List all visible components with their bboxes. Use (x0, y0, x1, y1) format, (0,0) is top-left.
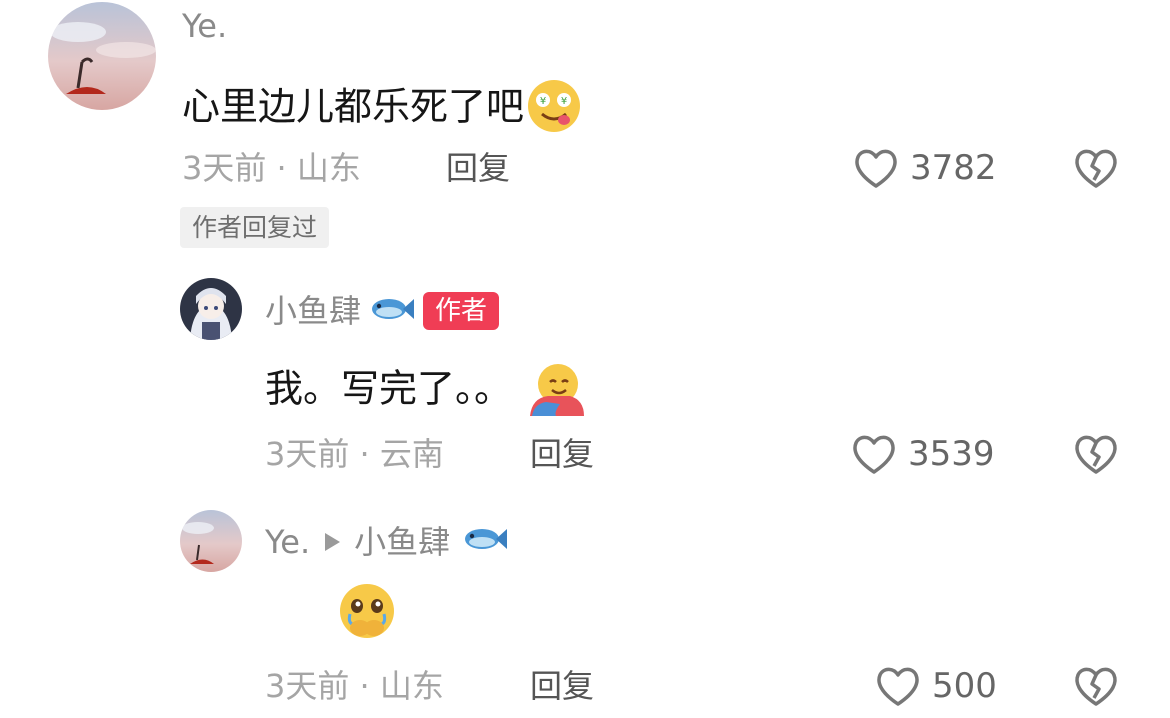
reply-button[interactable]: 回复 (530, 438, 594, 470)
fish-emoji-icon (462, 524, 508, 559)
like-count: 3782 (910, 148, 997, 188)
play-triangle-icon (322, 526, 342, 558)
broken-heart-icon (1075, 667, 1117, 706)
reply-button[interactable]: 回复 (446, 152, 510, 184)
comment-username[interactable]: Ye. (182, 10, 227, 42)
like-button[interactable]: 3539 (850, 432, 995, 476)
broken-heart-icon (1075, 435, 1117, 474)
holding-back-tears-emoji-icon (336, 582, 398, 646)
svg-text:¥: ¥ (561, 96, 567, 107)
fish-emoji-icon (369, 294, 415, 329)
reply-username-row: Ye. 小鱼肆 (265, 524, 508, 559)
comment-text-body: 心里边儿都乐死了吧 (182, 84, 525, 129)
hugging-face-emoji-icon (526, 360, 586, 422)
heart-icon (877, 667, 919, 706)
reply-username-row: 小鱼肆 作者 (265, 292, 500, 330)
money-face-emoji-icon: ¥ ¥ (524, 78, 584, 140)
like-button[interactable]: 500 (874, 664, 997, 708)
dislike-button[interactable] (1072, 432, 1120, 480)
comment-text: 我。写完了。。 (265, 360, 586, 422)
avatar-ye[interactable] (180, 510, 242, 572)
comment-time-location: 3天前 · 山东 (182, 149, 361, 187)
comment-time-location: 3天前 · 山东 (265, 667, 444, 705)
avatar-xiaoyusi[interactable] (180, 278, 242, 340)
comment-username[interactable]: Ye. (265, 526, 310, 558)
like-count: 3539 (908, 434, 995, 474)
comment-text: 心里边儿都乐死了吧 ¥ ¥ (182, 78, 584, 140)
comment-time-location: 3天前 · 云南 (265, 435, 444, 473)
dislike-button[interactable] (1072, 664, 1120, 712)
like-count: 500 (932, 666, 997, 706)
comment-text-body: 我。写完了。。 (265, 366, 513, 411)
heart-icon (855, 149, 897, 188)
heart-icon (853, 435, 895, 474)
dislike-button[interactable] (1072, 146, 1120, 194)
comment-username[interactable]: 小鱼肆 (265, 295, 361, 327)
reply-to-username[interactable]: 小鱼肆 (354, 526, 450, 558)
svg-text:¥: ¥ (540, 96, 546, 107)
author-badge: 作者 (423, 292, 500, 330)
like-button[interactable]: 3782 (852, 146, 997, 190)
reply-button[interactable]: 回复 (530, 670, 594, 702)
avatar-ye[interactable] (48, 2, 156, 110)
author-replied-chip: 作者回复过 (180, 207, 330, 248)
broken-heart-icon (1075, 149, 1117, 188)
